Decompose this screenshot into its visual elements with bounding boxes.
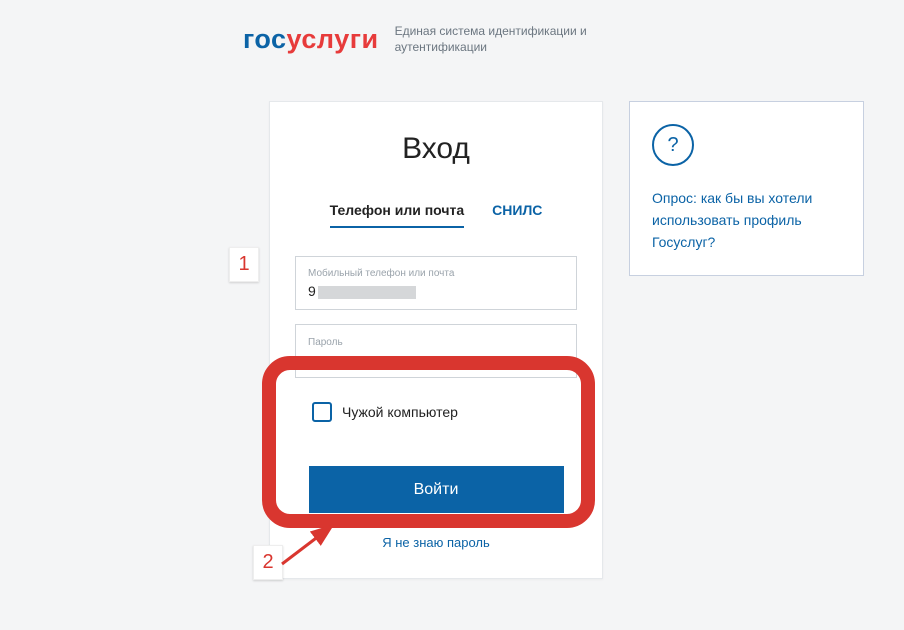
tab-snils[interactable]: СНИЛС [492, 202, 542, 228]
redacted-text [318, 286, 416, 299]
foreign-computer-row[interactable]: Чужой компьютер [312, 402, 602, 422]
login-field-label: Мобильный телефон или почта [308, 268, 564, 279]
checkbox-label: Чужой компьютер [342, 404, 458, 420]
poll-card[interactable]: ? Опрос: как бы вы хотели использовать п… [629, 101, 864, 276]
question-icon: ? [652, 124, 694, 166]
password-field[interactable]: Пароль •••••••••• [295, 324, 577, 378]
annotation-step-1: 1 [229, 247, 259, 282]
tagline: Единая система идентификации и аутентифи… [395, 23, 635, 55]
logo-part-1: гос [243, 24, 287, 55]
header: гос услуги Единая система идентификации … [0, 0, 904, 55]
poll-text: Опрос: как бы вы хотели использовать про… [652, 188, 843, 253]
annotation-step-2: 2 [253, 545, 283, 580]
forgot-password-link[interactable]: Я не знаю пароль [270, 535, 602, 550]
logo-part-2: услуги [287, 24, 379, 55]
login-field-value: 9 [308, 283, 564, 299]
logo: гос услуги [243, 24, 379, 55]
login-field[interactable]: Мобильный телефон или почта 9 [295, 256, 577, 310]
tab-phone-mail[interactable]: Телефон или почта [330, 202, 465, 228]
login-tabs: Телефон или почта СНИЛС [270, 202, 602, 228]
login-title: Вход [270, 132, 602, 166]
password-field-value: •••••••••• [308, 352, 564, 366]
login-card: Вход Телефон или почта СНИЛС Мобильный т… [269, 101, 603, 579]
checkbox-icon[interactable] [312, 402, 332, 422]
login-button[interactable]: Войти [309, 466, 564, 513]
password-field-label: Пароль [308, 337, 564, 348]
